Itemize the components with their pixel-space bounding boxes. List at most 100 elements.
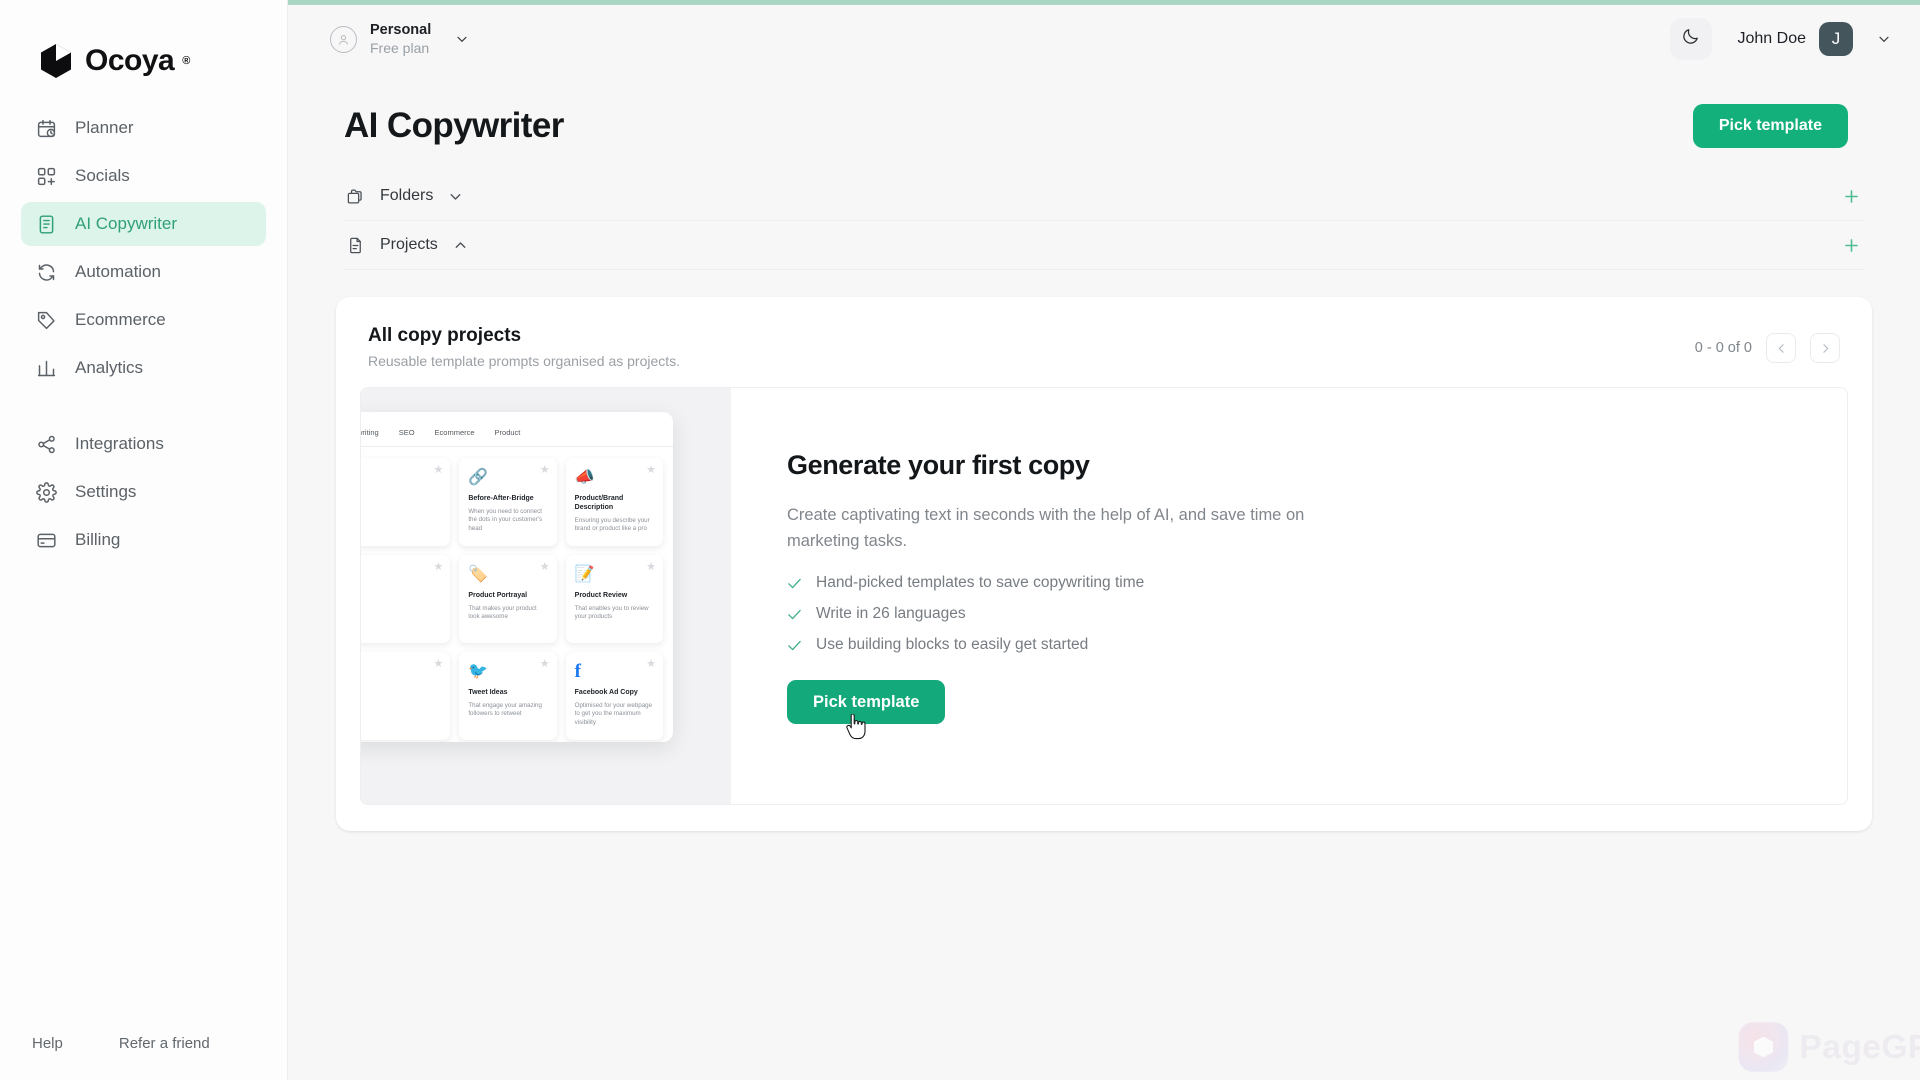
template-desc: That engage your amazing followers to re… <box>468 701 542 718</box>
sidebar-item-label: Billing <box>75 530 121 549</box>
empty-state-description: Create captivating text in seconds with … <box>787 506 1305 550</box>
top-bar: Personal Free plan John Doe J <box>288 0 1920 78</box>
star-icon: ★ <box>433 464 444 476</box>
sidebar: Ocoya ® Planner Socials AI Copywriter Au… <box>0 0 288 1080</box>
moon-icon <box>1681 27 1700 51</box>
chevron-down-icon[interactable] <box>1876 31 1892 47</box>
template-icon: 📣 <box>574 469 595 486</box>
cube-logo-icon <box>38 42 74 80</box>
template-desc: That enables you to review your products <box>574 604 649 621</box>
sidebar-divider-space <box>0 394 287 422</box>
template-name: Product Review <box>574 592 628 599</box>
sidebar-item-socials[interactable]: Socials <box>21 154 266 198</box>
template-icon: 🐦 <box>468 663 489 680</box>
document-icon <box>344 234 366 256</box>
brand-registered: ® <box>182 55 191 67</box>
theme-toggle-button[interactable] <box>1669 18 1712 60</box>
bullet-text: Use building blocks to easily get starte… <box>816 636 1089 654</box>
calendar-clock-icon <box>35 117 57 139</box>
star-icon: ★ <box>539 561 550 573</box>
chevron-down-icon[interactable] <box>454 31 470 47</box>
workspace-name: Personal <box>370 21 432 38</box>
sidebar-item-billing[interactable]: Billing <box>21 518 266 562</box>
template-card: ★ 📝 Product Review That enables you to r… <box>565 555 663 643</box>
credit-card-icon <box>35 529 57 551</box>
sidebar-item-planner[interactable]: Planner <box>21 106 266 150</box>
template-desc: That makes your product look awesome <box>468 604 537 621</box>
template-icon: 🏷️ <box>468 566 489 583</box>
template-card: ★ <box>361 458 451 546</box>
list-item: Use building blocks to easily get starte… <box>787 636 1847 654</box>
page-title: AI Copywriter <box>344 106 564 145</box>
list-item: Write in 26 languages <box>787 605 1847 623</box>
template-desc: Ensuring you describe your brand or prod… <box>574 516 650 533</box>
brand-logo[interactable]: Ocoya ® <box>0 0 287 92</box>
template-tab: Ecommerce <box>434 428 475 437</box>
section-row-projects: Projects <box>344 221 1864 270</box>
empty-state-title: Generate your first copy <box>787 450 1090 480</box>
empty-state-illustration: writing SEO Ecommerce Product ★ <box>361 388 731 804</box>
page-header: AI Copywriter Pick template <box>288 78 1920 148</box>
user-menu[interactable]: John Doe J <box>1738 22 1893 56</box>
check-icon <box>787 639 802 652</box>
sidebar-nav: Planner Socials AI Copywriter Automation <box>0 106 287 566</box>
workspace-plan: Free plan <box>370 39 430 56</box>
panel-title: All copy projects <box>368 325 522 346</box>
star-icon: ★ <box>433 658 444 670</box>
sidebar-item-label: Analytics <box>75 358 144 377</box>
sidebar-item-integrations[interactable]: Integrations <box>21 422 266 466</box>
template-name: Product Portrayal <box>468 592 528 599</box>
page-loading-bar <box>288 0 1920 5</box>
sidebar-item-label: AI Copywriter <box>75 214 178 233</box>
star-icon: ★ <box>539 464 550 476</box>
pagination-next-button[interactable] <box>1810 333 1840 363</box>
template-name: Product/Brand Description <box>574 495 624 511</box>
pagination-count: 0 - 0 of 0 <box>1694 340 1752 356</box>
template-desc: Optimised for your webpage to get you th… <box>574 701 653 727</box>
all-copy-projects-panel: All copy projects Reusable template prom… <box>336 297 1872 831</box>
bullet-text: Hand-picked templates to save copywritin… <box>816 574 1145 592</box>
add-folder-button[interactable] <box>1838 183 1864 209</box>
template-desc: When you need to connect the dots in you… <box>468 507 543 533</box>
template-name: Facebook Ad Copy <box>574 689 638 696</box>
star-icon: ★ <box>433 561 444 573</box>
template-card: ★ <box>361 555 451 643</box>
sidebar-item-ecommerce[interactable]: Ecommerce <box>21 298 266 342</box>
template-card: ★ 🐦 Tweet Ideas That engage your amazing… <box>459 652 557 740</box>
document-lines-icon <box>35 213 57 235</box>
template-gallery-tabs: writing SEO Ecommerce Product <box>361 428 673 447</box>
panel-subtitle: Reusable template prompts organised as p… <box>368 353 681 369</box>
sidebar-item-ai-copywriter[interactable]: AI Copywriter <box>21 202 266 246</box>
template-icon <box>362 564 441 586</box>
grid-plus-icon <box>35 165 57 187</box>
pick-template-button-header[interactable]: Pick template <box>1692 104 1848 148</box>
pick-template-button[interactable]: Pick template <box>787 680 946 725</box>
template-card: ★ 🏷️ Product Portrayal That makes your p… <box>459 555 557 643</box>
template-name: Tweet Ideas <box>468 689 508 696</box>
bullet-text: Write in 26 languages <box>816 605 966 623</box>
sidebar-item-label: Settings <box>75 482 137 501</box>
list-item: Hand-picked templates to save copywritin… <box>787 574 1847 592</box>
template-card: ★ 🔗 Before-After-Bridge When you need to… <box>459 458 557 546</box>
chevron-up-icon[interactable] <box>452 237 469 254</box>
help-link[interactable]: Help <box>32 1035 63 1052</box>
sidebar-item-settings[interactable]: Settings <box>21 470 266 514</box>
check-icon <box>787 577 802 590</box>
sidebar-footer: Help Refer a friend <box>0 1035 287 1080</box>
star-icon: ★ <box>646 658 656 670</box>
template-card-grid: ★ ★ 🔗 Before-After-Bridge When you need … <box>361 447 673 740</box>
template-icon <box>362 661 441 683</box>
star-icon: ★ <box>646 464 656 476</box>
chevron-down-icon[interactable] <box>447 188 464 205</box>
workspace-switcher[interactable]: Personal Free plan <box>330 21 470 58</box>
template-icon: 🔗 <box>468 469 489 486</box>
pagination-prev-button[interactable] <box>1766 333 1796 363</box>
sidebar-item-automation[interactable]: Automation <box>21 250 266 294</box>
add-project-button[interactable] <box>1838 232 1864 258</box>
refer-a-friend-link[interactable]: Refer a friend <box>119 1035 210 1052</box>
sidebar-item-analytics[interactable]: Analytics <box>21 346 266 390</box>
star-icon: ★ <box>539 658 550 670</box>
template-icon: f <box>574 661 581 682</box>
section-row-folders: Folders <box>344 172 1864 221</box>
template-tab: SEO <box>398 428 415 437</box>
